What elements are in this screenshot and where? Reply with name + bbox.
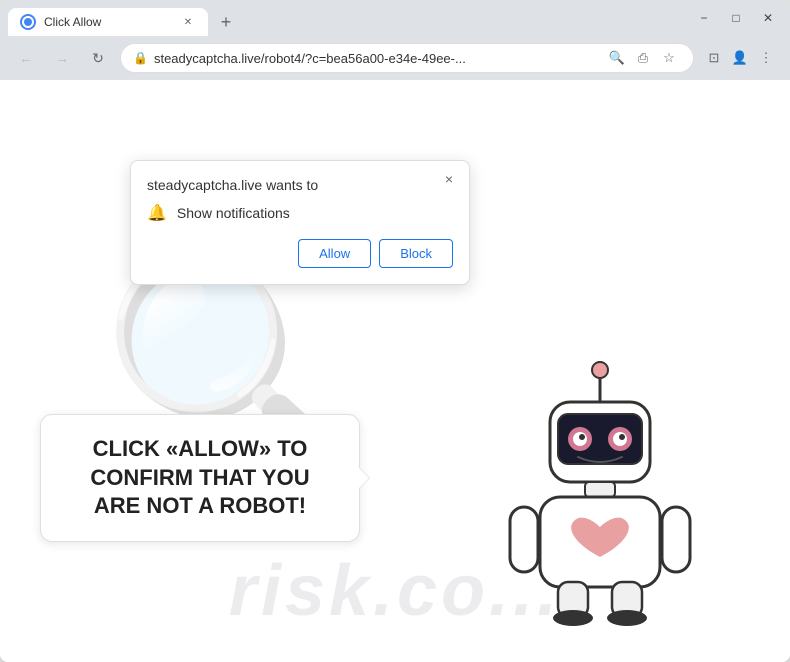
block-button[interactable]: Block [379,239,453,268]
maximize-button[interactable]: □ [722,4,750,32]
menu-icon[interactable]: ⋮ [754,46,778,70]
tab-close-button[interactable]: ✕ [180,14,196,30]
forward-button[interactable]: → [48,44,76,72]
url-bar[interactable]: 🔒 steadycaptcha.live/robot4/?c=bea56a00-… [120,43,694,73]
notification-popup: × steadycaptcha.live wants to 🔔 Show not… [130,160,470,285]
share-icon[interactable]: ⎙ [631,46,655,70]
bell-icon: 🔔 [147,203,167,223]
tab-area: Click Allow ✕ + [8,0,678,36]
search-icon[interactable]: 🔍 [605,46,629,70]
page-body: 🔍 risk.co... CLICK «ALLOW» TO CONFIRM TH… [0,80,790,662]
popup-close-button[interactable]: × [439,169,459,189]
profile-icon[interactable]: 👤 [728,46,752,70]
popup-site-text: steadycaptcha.live wants to [147,177,453,193]
page-content: 🔍 risk.co... CLICK «ALLOW» TO CONFIRM TH… [0,80,790,662]
url-text: steadycaptcha.live/robot4/?c=bea56a00-e3… [154,51,599,66]
back-button[interactable]: ← [12,44,40,72]
minimize-button[interactable]: − [690,4,718,32]
popup-buttons: Allow Block [147,239,453,268]
browser-actions: ⊡ 👤 ⋮ [702,46,778,70]
popup-permission: 🔔 Show notifications [147,203,453,223]
reload-button[interactable]: ↻ [84,44,112,72]
bookmark-icon[interactable]: ☆ [657,46,681,70]
browser-tab[interactable]: Click Allow ✕ [8,8,208,36]
captcha-message: CLICK «ALLOW» TO CONFIRM THAT YOU ARE NO… [65,435,335,521]
captcha-bubble: CLICK «ALLOW» TO CONFIRM THAT YOU ARE NO… [40,414,360,542]
address-bar: ← → ↻ 🔒 steadycaptcha.live/robot4/?c=bea… [0,36,790,80]
window-controls: − □ ✕ [690,4,782,32]
tab-favicon [20,14,36,30]
robot-character [490,352,710,632]
permission-text: Show notifications [177,205,290,221]
new-tab-button[interactable]: + [212,8,240,36]
browser-window: Click Allow ✕ + − □ ✕ ← → ↻ 🔒 steadycapt… [0,0,790,662]
tab-title: Click Allow [44,15,172,29]
title-bar: Click Allow ✕ + − □ ✕ [0,0,790,36]
lock-icon: 🔒 [133,51,148,65]
url-actions: 🔍 ⎙ ☆ [605,46,681,70]
extensions-icon[interactable]: ⊡ [702,46,726,70]
allow-button[interactable]: Allow [298,239,371,268]
close-button[interactable]: ✕ [754,4,782,32]
